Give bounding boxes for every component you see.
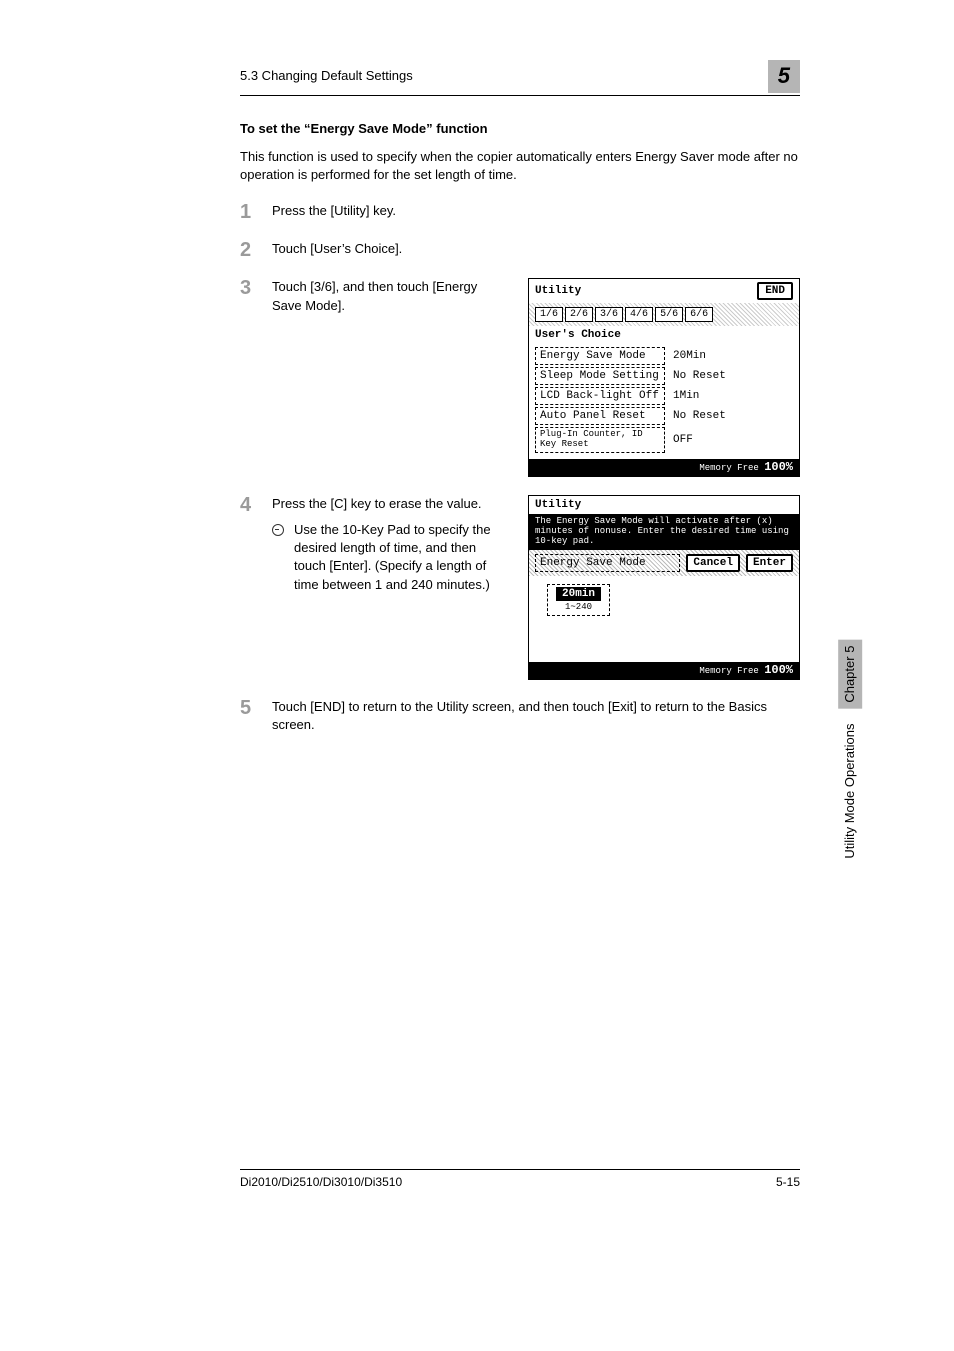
step-number: 2 xyxy=(240,240,256,260)
chapter-badge: 5 xyxy=(768,60,800,93)
breadcrumb: 5.3 Changing Default Settings xyxy=(240,67,413,85)
tab-5-6[interactable]: 5/6 xyxy=(655,307,683,322)
end-button[interactable]: END xyxy=(757,282,793,300)
value-range: 1~240 xyxy=(565,602,592,612)
side-section: Utility Mode Operations xyxy=(842,724,857,859)
intro-text: This function is used to specify when th… xyxy=(240,148,800,184)
option-plugin-counter[interactable]: Plug-In Counter, ID Key Reset xyxy=(535,427,665,453)
tab-2-6[interactable]: 2/6 xyxy=(565,307,593,322)
footer-model: Di2010/Di2510/Di3010/Di3510 xyxy=(240,1174,402,1191)
step-4-text: Press the [C] key to erase the value. xyxy=(272,495,510,513)
side-chapter: Chapter 5 xyxy=(838,640,862,709)
step-number: 1 xyxy=(240,202,256,222)
option-value: No Reset xyxy=(665,410,726,422)
option-backlight[interactable]: LCD Back-light Off xyxy=(535,387,665,405)
value-input[interactable]: 20min 1~240 xyxy=(547,584,610,616)
memory-status: Memory Free 100% xyxy=(529,662,799,679)
enter-button[interactable]: Enter xyxy=(746,554,793,572)
option-value: No Reset xyxy=(665,370,726,382)
cancel-button[interactable]: Cancel xyxy=(686,554,740,572)
step-number: 3 xyxy=(240,278,256,298)
option-row: Sleep Mode SettingNo Reset xyxy=(535,367,793,385)
footer-page: 5-15 xyxy=(776,1174,800,1191)
page-tabs: 1/6 2/6 3/6 4/6 5/6 6/6 xyxy=(529,303,799,326)
tab-1-6[interactable]: 1/6 xyxy=(535,307,563,322)
option-value: 20Min xyxy=(665,350,706,362)
lcd-screenshot-2: Utility The Energy Save Mode will activa… xyxy=(528,495,800,680)
option-row: Energy Save Mode20Min xyxy=(535,347,793,365)
bullet-icon xyxy=(272,524,284,536)
step-3-text: Touch [3/6], and then touch [Energy Save… xyxy=(272,278,510,314)
side-tab: Utility Mode Operations Chapter 5 xyxy=(838,630,862,859)
step-2-text: Touch [User’s Choice]. xyxy=(272,240,800,258)
page-footer: Di2010/Di2510/Di3010/Di3510 5-15 xyxy=(240,1169,800,1191)
subheading: To set the “Energy Save Mode” function xyxy=(240,120,800,138)
step-5-text: Touch [END] to return to the Utility scr… xyxy=(272,698,800,734)
option-row: LCD Back-light Off1Min xyxy=(535,387,793,405)
page-header: 5.3 Changing Default Settings 5 xyxy=(240,60,800,96)
option-auto-reset[interactable]: Auto Panel Reset xyxy=(535,407,665,425)
tab-6-6[interactable]: 6/6 xyxy=(685,307,713,322)
lcd-screenshot-1: Utility END 1/6 2/6 3/6 4/6 5/6 6/6 xyxy=(528,278,800,477)
option-row: Plug-In Counter, ID Key ResetOFF xyxy=(535,427,793,453)
lcd1-subhead: User's Choice xyxy=(529,326,799,344)
tab-3-6[interactable]: 3/6 xyxy=(595,307,623,322)
step-number: 5 xyxy=(240,698,256,718)
step-1-text: Press the [Utility] key. xyxy=(272,202,800,220)
value-current: 20min xyxy=(556,587,601,601)
lcd2-message: The Energy Save Mode will activate after… xyxy=(529,514,799,550)
option-sleep-mode[interactable]: Sleep Mode Setting xyxy=(535,367,665,385)
option-row: Auto Panel ResetNo Reset xyxy=(535,407,793,425)
option-energy-save[interactable]: Energy Save Mode xyxy=(535,347,665,365)
option-value: OFF xyxy=(665,434,693,446)
tab-4-6[interactable]: 4/6 xyxy=(625,307,653,322)
memory-status: Memory Free 100% xyxy=(529,459,799,476)
step-number: 4 xyxy=(240,495,256,515)
lcd1-title: Utility xyxy=(535,285,581,297)
step-4-sub-text: Use the 10-Key Pad to specify the desire… xyxy=(294,521,510,594)
mode-label: Energy Save Mode xyxy=(535,554,680,572)
lcd2-title: Utility xyxy=(535,499,581,511)
option-value: 1Min xyxy=(665,390,699,402)
